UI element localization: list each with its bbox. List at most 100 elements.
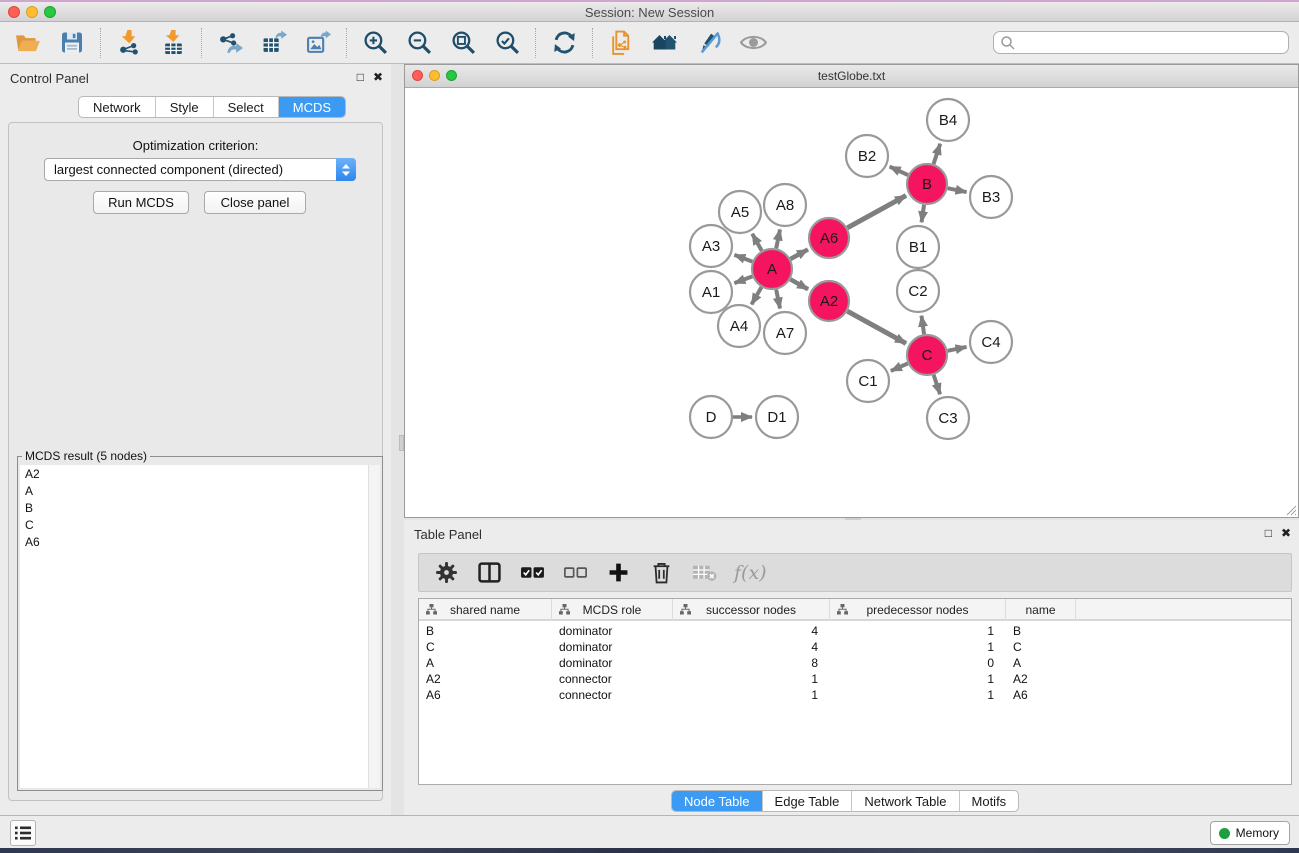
close-panel-button[interactable]: Close panel (204, 191, 306, 214)
open-file-icon[interactable] (14, 29, 42, 57)
export-table-icon[interactable] (260, 29, 288, 57)
import-network-icon[interactable] (115, 29, 143, 57)
tab-node-table[interactable]: Node Table (672, 791, 763, 811)
close-table-panel-icon[interactable]: ✖ (1281, 526, 1291, 540)
zoom-selected-icon[interactable] (493, 29, 521, 57)
resize-grip-icon[interactable] (1285, 504, 1297, 516)
node-A8[interactable]: A8 (764, 184, 806, 226)
hide-graphics-details-icon[interactable] (695, 29, 723, 57)
column-header-mcds-role[interactable]: MCDS role (552, 599, 673, 621)
optimization-criterion-select[interactable]: largest connected component (directed) (44, 158, 356, 181)
tab-motifs[interactable]: Motifs (960, 791, 1019, 811)
table-row[interactable]: A6connector11A6 (419, 687, 1291, 703)
close-panel-icon[interactable]: ✖ (373, 70, 383, 84)
node-A4[interactable]: A4 (718, 305, 760, 347)
search-input[interactable] (1020, 36, 1288, 50)
edge-B-B3[interactable] (948, 188, 967, 192)
tab-network[interactable]: Network (79, 97, 156, 117)
node-table[interactable]: shared nameMCDS rolesuccessor nodesprede… (418, 598, 1292, 785)
result-item[interactable]: A6 (20, 533, 380, 550)
column-header-successor-nodes[interactable]: successor nodes (673, 599, 830, 621)
task-history-button[interactable] (10, 820, 36, 846)
result-item[interactable]: A (20, 482, 380, 499)
zoom-fit-icon[interactable] (449, 29, 477, 57)
search-field[interactable] (993, 31, 1289, 54)
tab-select[interactable]: Select (214, 97, 279, 117)
edge-A6-B[interactable] (847, 196, 906, 228)
function-builder-icon[interactable]: f(x) (734, 562, 767, 584)
edge-B-B2[interactable] (890, 167, 908, 176)
node-D1[interactable]: D1 (756, 396, 798, 438)
refresh-layout-icon[interactable] (550, 29, 578, 57)
tab-network-table[interactable]: Network Table (852, 791, 959, 811)
table-row[interactable]: Adominator80A (419, 655, 1291, 671)
edge-A-A1[interactable] (734, 276, 752, 283)
select-all-icon[interactable] (519, 560, 545, 586)
edge-B-B4[interactable] (934, 144, 941, 164)
column-layout-icon[interactable] (476, 560, 502, 586)
node-B[interactable]: B (907, 164, 947, 204)
edge-C-C2[interactable] (921, 316, 924, 334)
result-item[interactable]: A2 (20, 465, 380, 482)
edge-A-A6[interactable] (790, 249, 807, 259)
edge-A-A8[interactable] (776, 229, 780, 248)
node-B4[interactable]: B4 (927, 99, 969, 141)
tab-edge-table[interactable]: Edge Table (763, 791, 853, 811)
tab-style[interactable]: Style (156, 97, 214, 117)
table-row[interactable]: A2connector11A2 (419, 671, 1291, 687)
edge-A-A5[interactable] (752, 234, 761, 251)
result-item[interactable]: C (20, 516, 380, 533)
run-mcds-button[interactable]: Run MCDS (93, 191, 189, 214)
edge-C-C1[interactable] (891, 363, 908, 370)
result-scrollbar[interactable] (368, 465, 380, 788)
node-C4[interactable]: C4 (970, 321, 1012, 363)
node-C2[interactable]: C2 (897, 270, 939, 312)
node-C3[interactable]: C3 (927, 397, 969, 439)
gear-icon[interactable] (433, 560, 459, 586)
node-A7[interactable]: A7 (764, 312, 806, 354)
node-A3[interactable]: A3 (690, 225, 732, 267)
node-A[interactable]: A (752, 249, 792, 289)
add-column-icon[interactable] (605, 560, 631, 586)
network-canvas[interactable]: B4B2BB3A5A8A6B1A3AA1A2C2A4A7CC4C1C3DD1 (405, 88, 1298, 517)
column-header-shared-name[interactable]: shared name (419, 599, 552, 621)
export-network-icon[interactable] (216, 29, 244, 57)
show-hide-eye-icon[interactable] (739, 29, 767, 57)
zoom-in-icon[interactable] (361, 29, 389, 57)
node-D[interactable]: D (690, 396, 732, 438)
table-row[interactable]: Cdominator41C (419, 639, 1291, 655)
save-session-icon[interactable] (58, 29, 86, 57)
mcds-result-list[interactable]: A2ABCA6 (20, 465, 380, 788)
node-A5[interactable]: A5 (719, 191, 761, 233)
edge-A-A7[interactable] (776, 290, 780, 309)
node-B2[interactable]: B2 (846, 135, 888, 177)
memory-button[interactable]: Memory (1210, 821, 1290, 845)
network-window-titlebar[interactable]: testGlobe.txt (405, 65, 1298, 88)
float-panel-icon[interactable]: □ (357, 70, 364, 84)
column-header-name[interactable]: name (1006, 599, 1076, 621)
edge-A-A3[interactable] (734, 255, 752, 262)
node-B3[interactable]: B3 (970, 176, 1012, 218)
zoom-out-icon[interactable] (405, 29, 433, 57)
export-image-icon[interactable] (304, 29, 332, 57)
edge-A2-C[interactable] (847, 311, 906, 343)
node-A1[interactable]: A1 (690, 271, 732, 313)
import-table-icon[interactable] (159, 29, 187, 57)
edge-C-C3[interactable] (934, 375, 940, 394)
node-A2[interactable]: A2 (809, 281, 849, 321)
edge-B-B1[interactable] (922, 205, 924, 222)
tab-mcds[interactable]: MCDS (279, 97, 345, 117)
table-row[interactable]: Bdominator41B (419, 623, 1291, 639)
new-network-from-selection-icon[interactable] (607, 29, 635, 57)
node-C[interactable]: C (907, 335, 947, 375)
node-A6[interactable]: A6 (809, 218, 849, 258)
node-B1[interactable]: B1 (897, 226, 939, 268)
network-vertical-scrollbar[interactable] (399, 435, 404, 451)
column-header-predecessor-nodes[interactable]: predecessor nodes (830, 599, 1006, 621)
float-table-panel-icon[interactable]: □ (1265, 526, 1272, 540)
deselect-all-icon[interactable] (562, 560, 588, 586)
edge-A-A4[interactable] (752, 287, 762, 304)
edge-A-A2[interactable] (790, 279, 808, 289)
home-icon[interactable] (651, 29, 679, 57)
delete-icon[interactable] (648, 560, 674, 586)
